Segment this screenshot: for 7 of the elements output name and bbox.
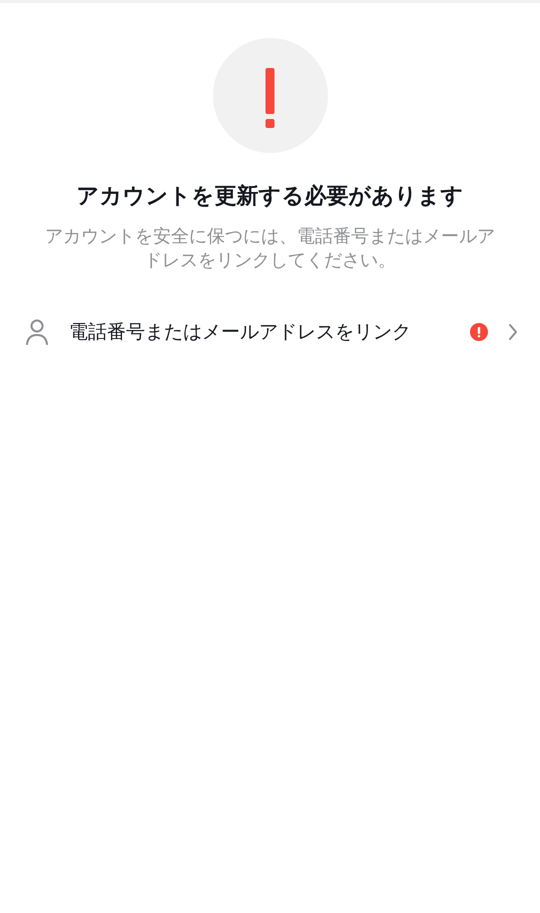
link-row[interactable]: 電話番号またはメールアドレスをリンク [0, 319, 540, 345]
description: アカウントを安全に保つには、電話番号またはメールアドレスをリンクしてください。 [45, 225, 495, 273]
page-title: アカウントを更新する必要があります [76, 183, 464, 211]
warning-icon [212, 38, 328, 153]
row-label: 電話番号またはメールアドレスをリンク [69, 320, 412, 345]
person-icon [25, 319, 49, 345]
chevron-right-icon [508, 323, 518, 341]
